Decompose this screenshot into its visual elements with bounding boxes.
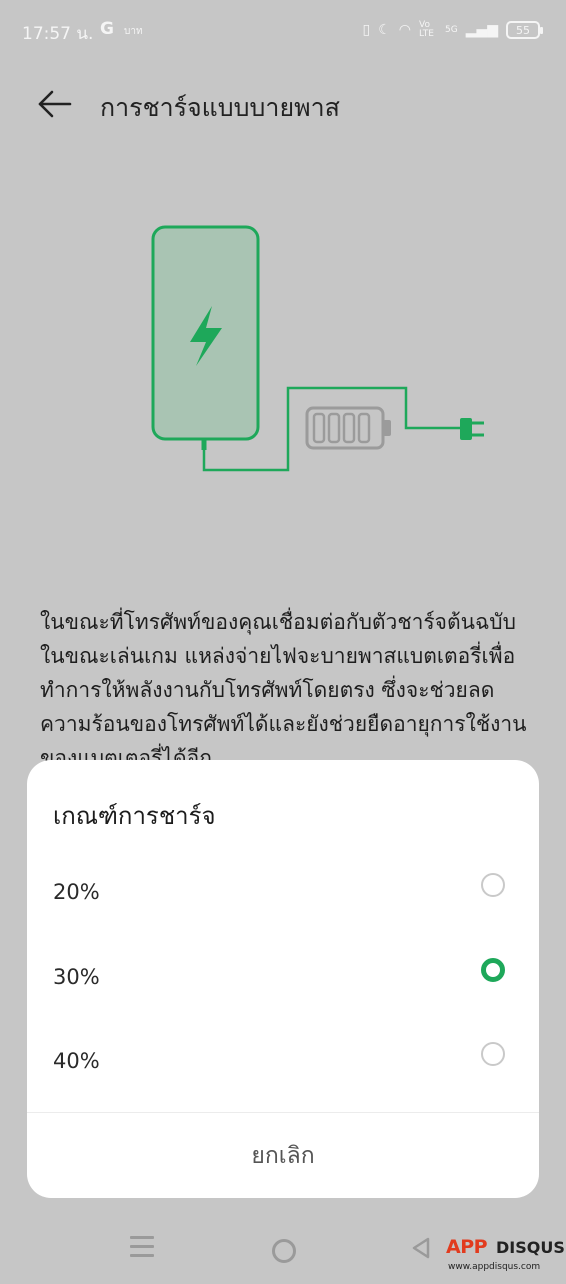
charging-threshold-sheet: เกณฑ์การชาร์จ 20% 30% 40% ยกเลิก (27, 760, 539, 1198)
option-label: 20% (53, 880, 100, 904)
option-40[interactable]: 40% (27, 1029, 539, 1099)
page-header: การชาร์จแบบบายพาส (0, 78, 566, 130)
watermark-brand-a: APP (446, 1236, 488, 1258)
radio-button-selected[interactable] (481, 958, 505, 982)
back-arrow-icon[interactable] (34, 84, 74, 124)
status-icons: ▯ ☾ ◠ Vo LTE 5G ▂▄▆ 55 (362, 18, 543, 42)
cancel-button[interactable]: ยกเลิก (27, 1114, 539, 1198)
wifi-icon: ◠ (398, 22, 411, 38)
watermark-logo: APP DISQUS www.appdisqus.com (412, 1234, 565, 1278)
home-icon[interactable] (272, 1239, 296, 1263)
page-title: การชาร์จแบบบายพาส (100, 93, 340, 122)
watermark-url: www.appdisqus.com (448, 1262, 541, 1272)
option-30[interactable]: 30% (27, 945, 539, 1015)
battery-level: 55 (516, 23, 530, 37)
option-label: 30% (53, 965, 100, 989)
status-time: 17:57 น. (22, 24, 94, 44)
moon-icon: ☾ (378, 22, 391, 38)
radio-button[interactable] (481, 1042, 505, 1066)
sheet-title: เกณฑ์การชาร์จ (53, 802, 216, 830)
bypass-charging-illustration (151, 225, 484, 472)
divider (27, 1112, 539, 1113)
option-label: 40% (53, 1049, 100, 1073)
network-label: Vo LTE (418, 20, 434, 39)
description-text: ในขณะที่โทรศัพท์ของคุณเชื่อมต่อกับตัวชาร… (40, 610, 527, 770)
radio-button[interactable] (481, 873, 505, 897)
option-20[interactable]: 20% (27, 860, 539, 930)
signal-icon: ▂▄▆ (465, 22, 498, 38)
status-extra: บาท (124, 26, 143, 37)
recents-icon[interactable] (130, 1236, 154, 1258)
battery-icon: 55 (506, 21, 543, 39)
watermark-brand-b: DISQUS (496, 1238, 565, 1257)
vibrate-icon: ▯ (362, 22, 371, 38)
google-icon: G (100, 19, 114, 39)
signal-label: 5G (444, 25, 458, 35)
status-bar: 17:57 น. G บาท ▯ ☾ ◠ Vo LTE 5G ▂▄▆ 55 (0, 0, 566, 60)
screen: 17:57 น. G บาท ▯ ☾ ◠ Vo LTE 5G ▂▄▆ 55 กา… (0, 0, 566, 1284)
